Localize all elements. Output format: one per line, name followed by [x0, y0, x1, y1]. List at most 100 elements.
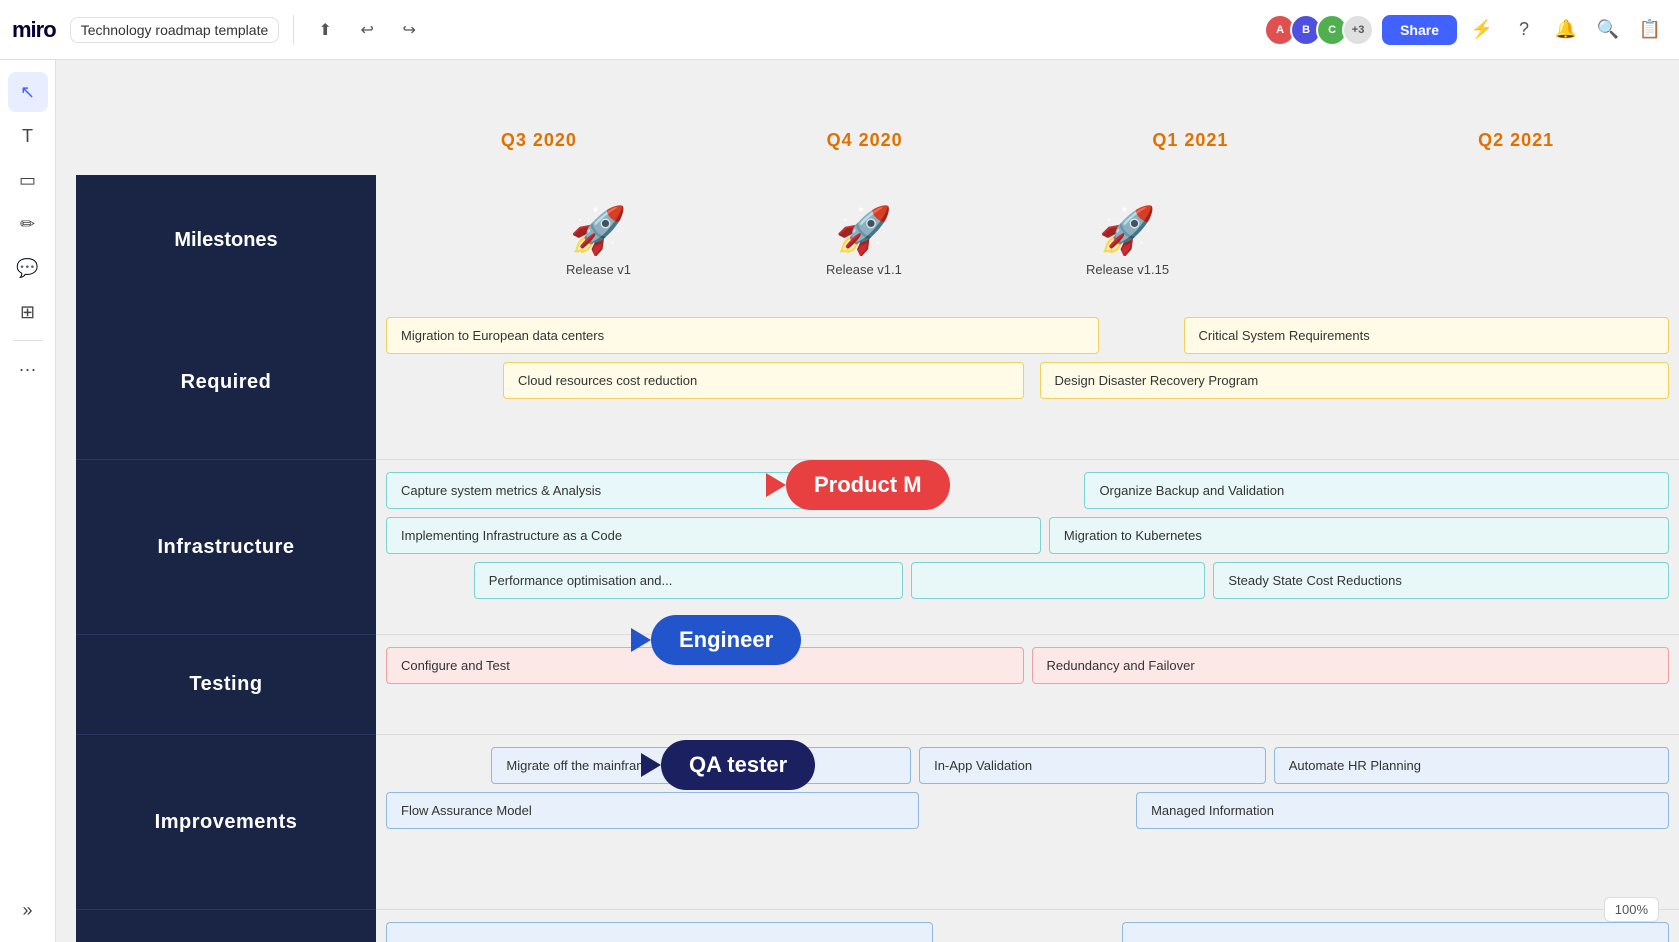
select-tool-button[interactable]: ↖ — [8, 72, 48, 112]
document-title: Technology roadmap template — [81, 22, 269, 38]
floating-label-engineer[interactable]: Engineer — [651, 615, 801, 665]
required-row: Required Migration to European data cent… — [76, 305, 1679, 460]
card-implementing-infra[interactable]: Implementing Infrastructure as a Code — [386, 517, 1041, 554]
card-migration-k8s[interactable]: Migration to Kubernetes — [1049, 517, 1669, 554]
floating-label-qa-tester[interactable]: QA tester — [661, 740, 815, 790]
topbar-separator — [293, 15, 294, 45]
quarter-q4-2020: Q4 2020 — [702, 120, 1028, 161]
card-text: Automate HR Planning — [1289, 758, 1421, 773]
upload-button[interactable]: ⬆ — [308, 13, 342, 47]
card-text: Design Disaster Recovery Program — [1055, 373, 1259, 388]
card-text: Capture system metrics & Analysis — [401, 483, 601, 498]
card-steady-state[interactable]: Steady State Cost Reductions — [1213, 562, 1669, 599]
zoom-level: 100% — [1615, 902, 1648, 917]
card-text: Configure and Test — [401, 658, 510, 673]
card-migration-eu[interactable]: Migration to European data centers — [386, 317, 1099, 354]
card-flow-assurance[interactable]: Flow Assurance Model — [386, 792, 919, 829]
card-critical-system[interactable]: Critical System Requirements — [1184, 317, 1669, 354]
milestone-release-v1-1: 🚀 Release v1.1 — [826, 203, 902, 277]
card-text: Migrate off the mainframe — [506, 758, 654, 773]
improvements-row: Improvements Migrate off the mainframe I… — [76, 735, 1679, 910]
expand-sidebar-button[interactable]: » — [8, 890, 48, 930]
floating-label-text: Engineer — [679, 627, 773, 653]
title-badge[interactable]: Technology roadmap template — [70, 17, 280, 43]
improvements-row-2: Flow Assurance Model Managed Information — [386, 792, 1669, 829]
avatar-group: A B C +3 — [1264, 14, 1374, 46]
milestones-row: Milestones 🚀 Release v1 🚀 Release v1.1 🚀… — [76, 175, 1679, 305]
zoom-indicator: 100% — [1604, 897, 1659, 922]
frame-tool-button[interactable]: ⊞ — [8, 292, 48, 332]
milestones-label: Milestones — [76, 175, 376, 305]
notifications-button[interactable]: 🔔 — [1549, 13, 1583, 47]
comment-tool-button[interactable]: 💬 — [8, 248, 48, 288]
app-logo: miro — [12, 17, 56, 43]
card-inapp-validation[interactable]: In-App Validation — [919, 747, 1266, 784]
text-tool-button[interactable]: T — [8, 116, 48, 156]
help-button[interactable]: ? — [1507, 13, 1541, 47]
card-disaster-recovery[interactable]: Design Disaster Recovery Program — [1040, 362, 1670, 399]
infra-row-3: Performance optimisation and... Steady S… — [386, 562, 1669, 599]
tools-button[interactable]: ⚡ — [1465, 13, 1499, 47]
share-button[interactable]: Share — [1382, 15, 1457, 45]
rocket-icon-v1-1: 🚀 — [835, 203, 892, 258]
spacer — [941, 922, 1113, 942]
infra-row-2: Implementing Infrastructure as a Code Mi… — [386, 517, 1669, 554]
topbar: miro Technology roadmap template ⬆ ↩ ↪ A… — [0, 0, 1679, 60]
card-performance-opt[interactable]: Performance optimisation and... — [474, 562, 903, 599]
rocket-icon-v1-15: 🚀 — [1099, 203, 1156, 258]
milestone-label-v1-1: Release v1.1 — [826, 262, 902, 277]
milestones-content: 🚀 Release v1 🚀 Release v1.1 🚀 Release v1… — [376, 175, 1679, 305]
spacer — [1107, 317, 1175, 354]
required-row-1: Migration to European data centers Criti… — [386, 317, 1669, 354]
sidebar-separator — [13, 340, 43, 341]
card-managed-info[interactable]: Managed Information — [1136, 792, 1669, 829]
card-text: Implementing Infrastructure as a Code — [401, 528, 622, 543]
card-text: Flow Assurance Model — [401, 803, 532, 818]
card-cloud-resources[interactable]: Cloud resources cost reduction — [503, 362, 1024, 399]
milestone-release-v1-15: 🚀 Release v1.15 — [1086, 203, 1169, 277]
bottom-content — [376, 910, 1679, 942]
undo-button[interactable]: ↩ — [350, 13, 384, 47]
topbar-right: A B C +3 Share ⚡ ? 🔔 🔍 📋 — [1264, 13, 1667, 47]
card-redundancy[interactable]: Redundancy and Failover — [1032, 647, 1670, 684]
pen-tool-button[interactable]: ✏ — [8, 204, 48, 244]
panel-button[interactable]: 📋 — [1633, 13, 1667, 47]
testing-content: Configure and Test Redundancy and Failov… — [376, 635, 1679, 735]
improvements-content: Migrate off the mainframe In-App Validat… — [376, 735, 1679, 910]
testing-row: Testing Configure and Test Redundancy an… — [76, 635, 1679, 735]
arrow-cursor-red — [766, 473, 786, 497]
required-label: Required — [76, 305, 376, 460]
required-row-2: Cloud resources cost reduction Design Di… — [386, 362, 1669, 399]
milestone-release-v1: 🚀 Release v1 — [566, 203, 631, 277]
quarter-headers: Q3 2020 Q4 2020 Q1 2021 Q2 2021 — [376, 120, 1679, 161]
card-text: Cloud resources cost reduction — [518, 373, 697, 388]
spacer — [386, 747, 483, 784]
arrow-cursor-darkblue — [641, 753, 661, 777]
milestone-label-v1: Release v1 — [566, 262, 631, 277]
card-automate-hr[interactable]: Automate HR Planning — [1274, 747, 1669, 784]
spacer — [386, 362, 495, 399]
card-organize-backup[interactable]: Organize Backup and Validation — [1084, 472, 1669, 509]
card-text: Critical System Requirements — [1199, 328, 1370, 343]
card-bottom-1[interactable] — [386, 922, 933, 942]
card-text: Steady State Cost Reductions — [1228, 573, 1401, 588]
card-text: In-App Validation — [934, 758, 1032, 773]
quarter-q1-2021: Q1 2021 — [1028, 120, 1354, 161]
bottom-row-1 — [386, 922, 1669, 942]
redo-button[interactable]: ↪ — [392, 13, 426, 47]
sidebar-bottom: » — [8, 890, 48, 930]
card-bottom-2[interactable] — [1122, 922, 1669, 942]
card-text: Migration to Kubernetes — [1064, 528, 1202, 543]
required-content: Migration to European data centers Criti… — [376, 305, 1679, 460]
more-tools-button[interactable]: ··· — [8, 349, 48, 389]
testing-row-1: Configure and Test Redundancy and Failov… — [386, 647, 1669, 684]
canvas: Q3 2020 Q4 2020 Q1 2021 Q2 2021 Mileston… — [56, 60, 1679, 942]
search-button[interactable]: 🔍 — [1591, 13, 1625, 47]
sticky-tool-button[interactable]: ▭ — [8, 160, 48, 200]
card-text: Managed Information — [1151, 803, 1274, 818]
floating-label-product-m[interactable]: Product M — [786, 460, 950, 510]
quarter-q3-2020: Q3 2020 — [376, 120, 702, 161]
roadmap-grid: Milestones 🚀 Release v1 🚀 Release v1.1 🚀… — [76, 175, 1679, 942]
milestone-label-v1-15: Release v1.15 — [1086, 262, 1169, 277]
improvements-label: Improvements — [76, 735, 376, 910]
